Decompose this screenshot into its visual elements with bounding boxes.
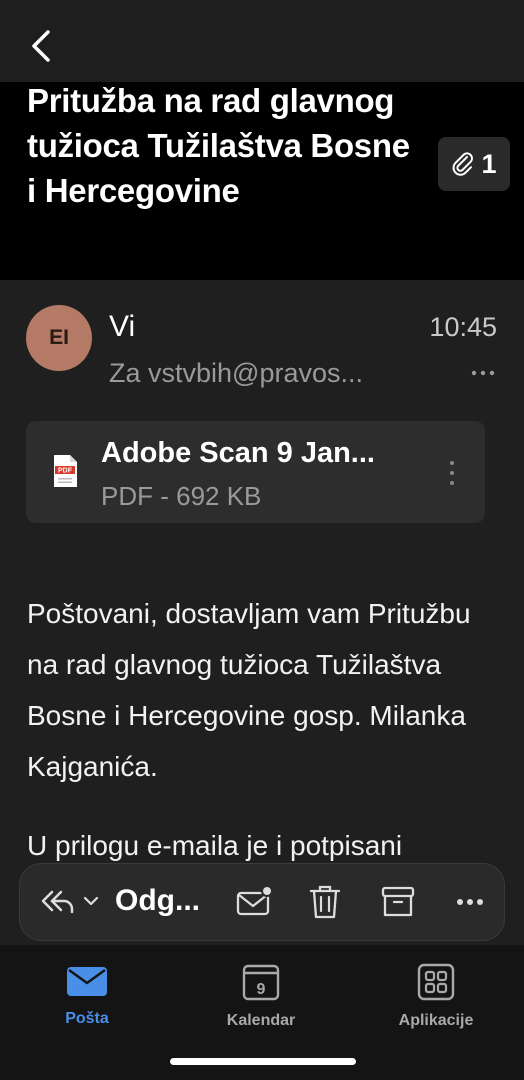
- mark-unread-button[interactable]: [234, 882, 274, 927]
- pdf-file-icon: PDF: [54, 455, 77, 487]
- sender-avatar[interactable]: EI: [26, 305, 92, 371]
- home-indicator: [170, 1058, 356, 1065]
- sender-name: Vi: [109, 310, 136, 343]
- tab-apps[interactable]: Aplikacije: [376, 963, 496, 1030]
- header-more-button[interactable]: [468, 358, 498, 388]
- attachment-meta: PDF - 692 KB: [101, 481, 262, 511]
- email-time: 10:45: [429, 312, 497, 342]
- attachment-card[interactable]: PDF Adobe Scan 9 Jan... PDF - 692 KB: [26, 421, 485, 523]
- back-button[interactable]: [22, 22, 62, 70]
- mail-icon: [67, 967, 107, 996]
- tab-calendar[interactable]: 9 Kalendar: [201, 963, 321, 1030]
- tab-label: Kalendar: [226, 1012, 296, 1029]
- tab-mail[interactable]: Pošta: [27, 963, 147, 1028]
- reply-all-icon: [41, 890, 99, 914]
- attachment-name: Adobe Scan 9 Jan...: [101, 437, 375, 469]
- archive-icon: [381, 886, 415, 917]
- more-horizontal-icon: [471, 370, 495, 376]
- reply-label[interactable]: Odg...: [115, 884, 200, 918]
- reply-all-button[interactable]: [40, 882, 106, 927]
- more-horizontal-icon: [457, 899, 483, 905]
- tab-label: Pošta: [65, 1010, 109, 1027]
- archive-button[interactable]: [378, 882, 418, 927]
- delete-button[interactable]: [305, 882, 345, 927]
- chevron-left-icon: [32, 30, 50, 62]
- svg-text:PDF: PDF: [58, 468, 73, 475]
- mail-unread-icon: [236, 885, 273, 916]
- recipients-line[interactable]: Za vstvbih@pravos...: [109, 358, 444, 389]
- email-action-bar: Odg...: [19, 863, 505, 941]
- email-body: Poštovani, dostavljam vam Pritužbu na ra…: [27, 588, 507, 899]
- tab-label: Aplikacije: [398, 1012, 474, 1029]
- more-vertical-icon[interactable]: [447, 459, 457, 487]
- paperclip-icon: [453, 152, 474, 176]
- attachment-count: 1: [481, 148, 497, 179]
- trash-icon: [309, 885, 341, 919]
- body-paragraph: Poštovani, dostavljam vam Pritužbu na ra…: [27, 598, 471, 782]
- top-navigation-bar: [0, 0, 524, 82]
- attachment-count-badge[interactable]: 1: [438, 137, 510, 191]
- calendar-icon: 9: [242, 964, 280, 1001]
- more-actions-button[interactable]: [450, 882, 490, 927]
- email-subject: Pritužba na rad glavnog tužioca Tužilašt…: [27, 82, 410, 209]
- calendar-day: 9: [257, 981, 266, 998]
- apps-grid-icon: [417, 963, 455, 1001]
